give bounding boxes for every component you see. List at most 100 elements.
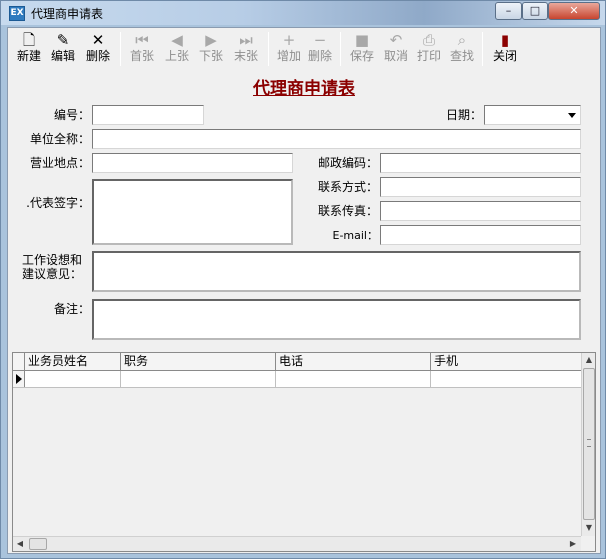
- delete-button[interactable]: ✕ 删除: [81, 31, 115, 69]
- save-button-label: 保存: [349, 49, 374, 63]
- business-location-field[interactable]: [92, 153, 293, 173]
- remarks-label: 备注：: [53, 302, 90, 316]
- toolbar-separator: [482, 32, 483, 66]
- company-name-field[interactable]: [92, 129, 581, 149]
- email-label: E-mail：: [332, 229, 379, 242]
- cancel-button[interactable]: ↶ 取消: [379, 31, 413, 69]
- toolbar-separator: [120, 32, 121, 66]
- close-form-button[interactable]: ▮ 关闭: [488, 31, 522, 69]
- email-field[interactable]: [380, 225, 581, 245]
- first-record-button[interactable]: ⏮ 首张: [125, 31, 159, 69]
- save-button[interactable]: ■ 保存: [345, 31, 379, 69]
- app-window: EX 代理商申请表 – □ ✕ 🗋 新建 ✎ 编辑 ✕ 删除 ⏮ 首张 ◀ 上张…: [0, 0, 606, 559]
- maximize-button[interactable]: □: [522, 2, 548, 20]
- number-label: 编号：: [53, 108, 90, 122]
- title-bar[interactable]: EX 代理商申请表 – □ ✕: [1, 1, 605, 25]
- form-title: 代理商申请表: [253, 79, 355, 99]
- form-client-area: 🗋 新建 ✎ 编辑 ✕ 删除 ⏮ 首张 ◀ 上张 ▶ 下张 ⏭ 末张 + 增加 …: [7, 27, 601, 554]
- row-indicator[interactable]: [13, 371, 25, 387]
- close-window-button[interactable]: ✕: [548, 2, 600, 20]
- contact-method-field[interactable]: [380, 177, 581, 197]
- print-button-label: 打印: [416, 49, 441, 63]
- cancel-button-label: 取消: [383, 49, 408, 63]
- postal-code-field[interactable]: [380, 153, 581, 173]
- scroll-grip-icon: [587, 439, 591, 447]
- find-button-label: 查找: [449, 49, 474, 63]
- minimize-button[interactable]: –: [495, 2, 522, 20]
- last-record-button[interactable]: ⏭ 末张: [229, 31, 263, 69]
- grid-column-header[interactable]: 业务员姓名: [25, 353, 121, 371]
- table-row[interactable]: [13, 371, 581, 388]
- work-plan-label-line2: 建议意见：: [22, 267, 83, 281]
- next-record-button[interactable]: ▶ 下张: [194, 31, 228, 69]
- grid-cell[interactable]: [431, 371, 581, 387]
- find-button[interactable]: ⌕ 查找: [445, 31, 479, 69]
- add-row-button[interactable]: + 增加: [272, 31, 306, 69]
- horizontal-scrollbar[interactable]: ◀ ▶: [13, 536, 581, 551]
- search-icon: ⌕: [457, 31, 467, 49]
- next-record-icon: ▶: [205, 31, 217, 49]
- fax-label: 联系传真：: [317, 204, 378, 218]
- date-label: 日期：: [445, 108, 482, 122]
- chevron-down-icon[interactable]: [568, 113, 576, 118]
- edit-button[interactable]: ✎ 编辑: [46, 31, 80, 69]
- contact-method-label: 联系方式：: [317, 180, 378, 194]
- vertical-scrollbar[interactable]: ▲ ▼: [581, 353, 595, 536]
- vertical-scroll-thumb[interactable]: [583, 368, 595, 520]
- add-row-label: 增加: [276, 49, 301, 63]
- last-record-icon: ⏭: [239, 31, 253, 49]
- save-icon: ■: [354, 31, 370, 49]
- exit-door-icon: ▮: [500, 31, 510, 49]
- business-location-label: 营业地点：: [29, 156, 90, 170]
- scroll-right-icon[interactable]: ▶: [566, 537, 580, 551]
- window-title: 代理商申请表: [31, 7, 104, 21]
- work-plan-field[interactable]: [92, 251, 581, 292]
- company-name-label: 单位全称：: [29, 132, 90, 146]
- remarks-field[interactable]: [92, 299, 581, 340]
- app-icon: EX: [9, 6, 25, 21]
- grid-cell[interactable]: [276, 371, 431, 387]
- previous-record-label: 上张: [164, 49, 189, 63]
- scroll-up-icon[interactable]: ▲: [582, 353, 596, 367]
- salesperson-grid: 业务员姓名 职务 电话 手机 ▲ ▼ ◀ ▶: [12, 352, 596, 552]
- close-form-label: 关闭: [492, 49, 517, 63]
- toolbar-separator: [340, 32, 341, 66]
- grid-column-header[interactable]: 手机: [431, 353, 581, 371]
- undo-icon: ↶: [389, 31, 403, 49]
- add-row-icon: +: [282, 31, 296, 49]
- number-field[interactable]: [92, 105, 204, 125]
- new-button[interactable]: 🗋 新建: [12, 31, 46, 69]
- toolbar-separator: [268, 32, 269, 66]
- toolbar: 🗋 新建 ✎ 编辑 ✕ 删除 ⏮ 首张 ◀ 上张 ▶ 下张 ⏭ 末张 + 增加 …: [8, 28, 600, 70]
- grid-header: 业务员姓名 职务 电话 手机: [13, 353, 581, 371]
- scroll-left-icon[interactable]: ◀: [13, 537, 27, 551]
- edit-icon: ✎: [56, 31, 70, 49]
- first-record-label: 首张: [129, 49, 154, 63]
- date-picker[interactable]: [484, 105, 581, 125]
- representative-signature-label: .代表签字：: [26, 196, 90, 210]
- remove-row-icon: −: [313, 31, 327, 49]
- horizontal-scroll-thumb[interactable]: [29, 538, 47, 550]
- new-document-icon: 🗋: [22, 31, 36, 49]
- delete-x-icon: ✕: [91, 31, 105, 49]
- printer-icon: ⎙: [422, 31, 435, 49]
- grid-column-header[interactable]: 职务: [121, 353, 276, 371]
- print-button[interactable]: ⎙ 打印: [412, 31, 446, 69]
- edit-button-label: 编辑: [50, 49, 75, 63]
- first-record-icon: ⏮: [135, 31, 149, 49]
- previous-record-icon: ◀: [171, 31, 183, 49]
- delete-button-label: 删除: [85, 49, 110, 63]
- last-record-label: 末张: [233, 49, 258, 63]
- grid-cell[interactable]: [25, 371, 121, 387]
- postal-code-label: 邮政编码：: [317, 156, 378, 170]
- remove-row-button[interactable]: − 删除: [303, 31, 337, 69]
- fax-field[interactable]: [380, 201, 581, 221]
- scrollbar-corner: [581, 536, 595, 551]
- grid-column-header[interactable]: 电话: [276, 353, 431, 371]
- next-record-label: 下张: [198, 49, 223, 63]
- previous-record-button[interactable]: ◀ 上张: [160, 31, 194, 69]
- representative-signature-field[interactable]: [92, 179, 293, 245]
- grid-cell[interactable]: [121, 371, 276, 387]
- grid-corner-cell: [13, 353, 25, 371]
- scroll-down-icon[interactable]: ▼: [582, 521, 596, 535]
